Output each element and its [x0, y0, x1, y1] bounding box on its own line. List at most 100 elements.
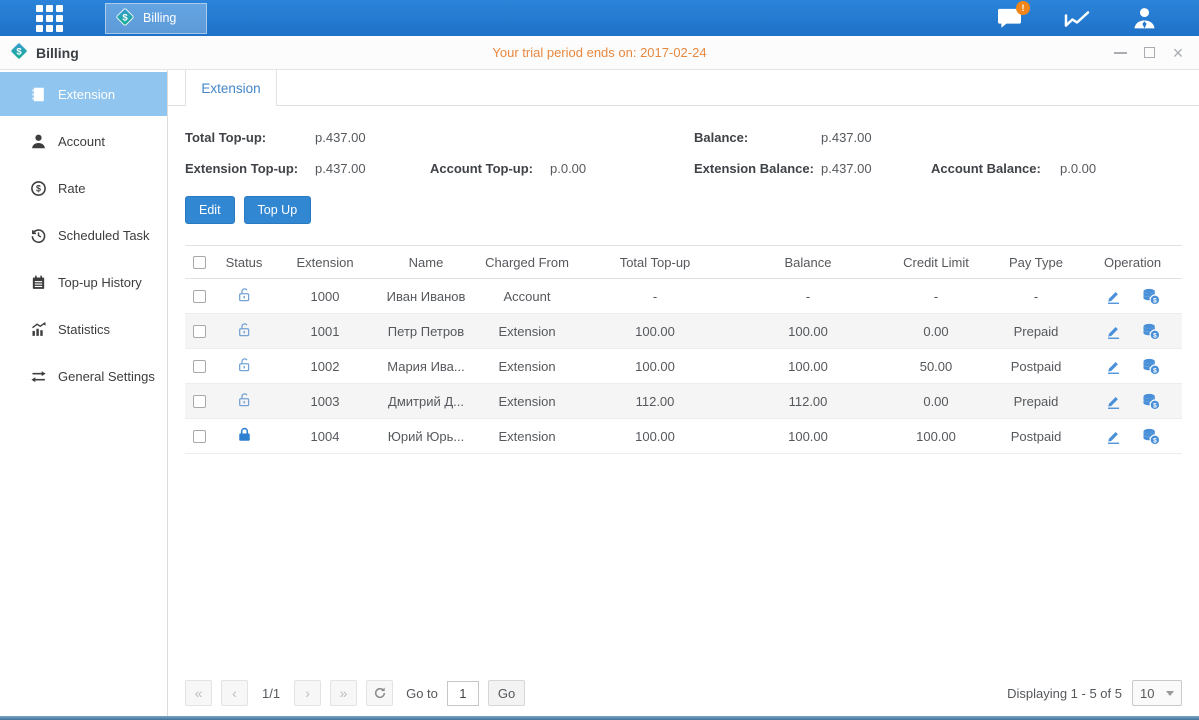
column-header: Operation: [1083, 255, 1182, 270]
status-unlocked-icon: [213, 391, 275, 412]
extension-cell: 1001: [275, 324, 375, 339]
balance-cell: 100.00: [733, 324, 883, 339]
edit-pencil-icon[interactable]: [1105, 428, 1122, 445]
last-page-button[interactable]: »: [330, 680, 357, 706]
extension-topup-label: Extension Top-up:: [185, 161, 315, 176]
name-cell: Дмитрий Д...: [375, 394, 477, 409]
svg-text:$: $: [1153, 367, 1157, 374]
statistics-chart-icon[interactable]: [1062, 6, 1092, 30]
page-indicator: 1/1: [262, 686, 280, 701]
column-header: Credit Limit: [883, 255, 989, 270]
account-person-icon: [29, 132, 47, 150]
edit-pencil-icon[interactable]: [1105, 288, 1122, 305]
summary-row-2: Extension Top-up: p.437.00 Account Top-u…: [185, 153, 1182, 184]
sidebar-item-extension[interactable]: Extension: [0, 72, 167, 116]
table-row: 1001Петр ПетровExtension100.00100.000.00…: [185, 314, 1182, 349]
next-page-button[interactable]: ›: [294, 680, 321, 706]
sidebar-item-top-up-history[interactable]: Top-up History: [0, 260, 167, 304]
messages-icon[interactable]: !: [997, 7, 1022, 30]
credit-limit-cell: 50.00: [883, 359, 989, 374]
refresh-icon[interactable]: [366, 680, 393, 706]
account-balance-value: p.0.00: [1060, 161, 1096, 176]
column-header: Total Top-up: [577, 255, 733, 270]
sidebar-item-label: Statistics: [58, 322, 110, 337]
status-locked-icon: [213, 426, 275, 447]
extension-cell: 1004: [275, 429, 375, 444]
edit-pencil-icon[interactable]: [1105, 358, 1122, 375]
svg-text:$: $: [36, 183, 41, 193]
row-checkbox[interactable]: [193, 430, 206, 443]
pay-type-cell: Prepaid: [989, 324, 1083, 339]
credit-limit-cell: 100.00: [883, 429, 989, 444]
minimize-button[interactable]: [1113, 46, 1127, 60]
extension-cell: 1000: [275, 289, 375, 304]
topup-history-icon: [29, 273, 47, 291]
apps-grid-icon[interactable]: [36, 5, 63, 32]
topbar-tab-label: Billing: [143, 11, 176, 25]
window-titlebar: $ Billing Your trial period ends on: 201…: [0, 36, 1199, 70]
extension-book-icon: [29, 85, 47, 103]
go-button[interactable]: Go: [488, 680, 525, 706]
balance-value: p.437.00: [821, 130, 872, 145]
svg-text:$: $: [1153, 297, 1157, 304]
sidebar-item-label: Extension: [58, 87, 115, 102]
edit-button[interactable]: Edit: [185, 196, 235, 224]
row-checkbox[interactable]: [193, 360, 206, 373]
column-header: Extension: [275, 255, 375, 270]
window-bottom-border: [0, 716, 1199, 720]
status-unlocked-icon: [213, 356, 275, 377]
credit-limit-cell: -: [883, 289, 989, 304]
tab-extension[interactable]: Extension: [185, 70, 277, 106]
statistics-bars-icon: [29, 320, 47, 338]
prev-page-button[interactable]: ‹: [221, 680, 248, 706]
sidebar-item-rate[interactable]: $Rate: [0, 166, 167, 210]
sidebar-item-label: Account: [58, 134, 105, 149]
topbar-tab-billing[interactable]: $ Billing: [105, 3, 207, 34]
column-header: Name: [375, 255, 477, 270]
tab-bar: Extension: [168, 70, 1199, 106]
topup-coins-icon[interactable]: $: [1141, 392, 1161, 411]
close-button[interactable]: ×: [1171, 46, 1185, 60]
topbar: $ Billing !: [0, 0, 1199, 36]
chevron-down-icon: [1166, 691, 1174, 696]
svg-text:$: $: [1153, 437, 1157, 444]
edit-pencil-icon[interactable]: [1105, 323, 1122, 340]
balance-cell: -: [733, 289, 883, 304]
goto-page-input[interactable]: [447, 681, 479, 706]
first-page-button[interactable]: «: [185, 680, 212, 706]
sidebar-item-statistics[interactable]: Statistics: [0, 307, 167, 351]
trial-notice: Your trial period ends on: 2017-02-24: [0, 45, 1199, 60]
select-all-checkbox[interactable]: [193, 256, 206, 269]
account-balance-label: Account Balance:: [931, 161, 1060, 176]
sidebar-item-account[interactable]: Account: [0, 119, 167, 163]
topup-coins-icon[interactable]: $: [1141, 427, 1161, 446]
charged-from-cell: Extension: [477, 394, 577, 409]
name-cell: Юрий Юрь...: [375, 429, 477, 444]
billing-diamond-icon: $: [9, 41, 29, 64]
charged-from-cell: Extension: [477, 429, 577, 444]
rate-dollar-icon: $: [29, 179, 47, 197]
charged-from-cell: Account: [477, 289, 577, 304]
pay-type-cell: -: [989, 289, 1083, 304]
name-cell: Петр Петров: [375, 324, 477, 339]
sidebar-item-scheduled-task[interactable]: Scheduled Task: [0, 213, 167, 257]
edit-pencil-icon[interactable]: [1105, 393, 1122, 410]
summary-row-1: Total Top-up: p.437.00 Balance: p.437.00: [185, 122, 1182, 153]
row-checkbox[interactable]: [193, 325, 206, 338]
top-up-button[interactable]: Top Up: [244, 196, 312, 224]
svg-text:$: $: [122, 12, 128, 23]
extension-cell: 1003: [275, 394, 375, 409]
total-topup-label: Total Top-up:: [185, 130, 315, 145]
row-checkbox[interactable]: [193, 290, 206, 303]
page-size-select[interactable]: 10: [1132, 680, 1182, 706]
goto-label: Go to: [406, 686, 438, 701]
account-topup-label: Account Top-up:: [430, 161, 550, 176]
maximize-button[interactable]: [1142, 46, 1156, 60]
sidebar-item-general-settings[interactable]: General Settings: [0, 354, 167, 398]
user-icon[interactable]: [1132, 6, 1157, 31]
topup-coins-icon[interactable]: $: [1141, 357, 1161, 376]
topup-coins-icon[interactable]: $: [1141, 287, 1161, 306]
topup-coins-icon[interactable]: $: [1141, 322, 1161, 341]
total-topup-cell: 100.00: [577, 429, 733, 444]
row-checkbox[interactable]: [193, 395, 206, 408]
